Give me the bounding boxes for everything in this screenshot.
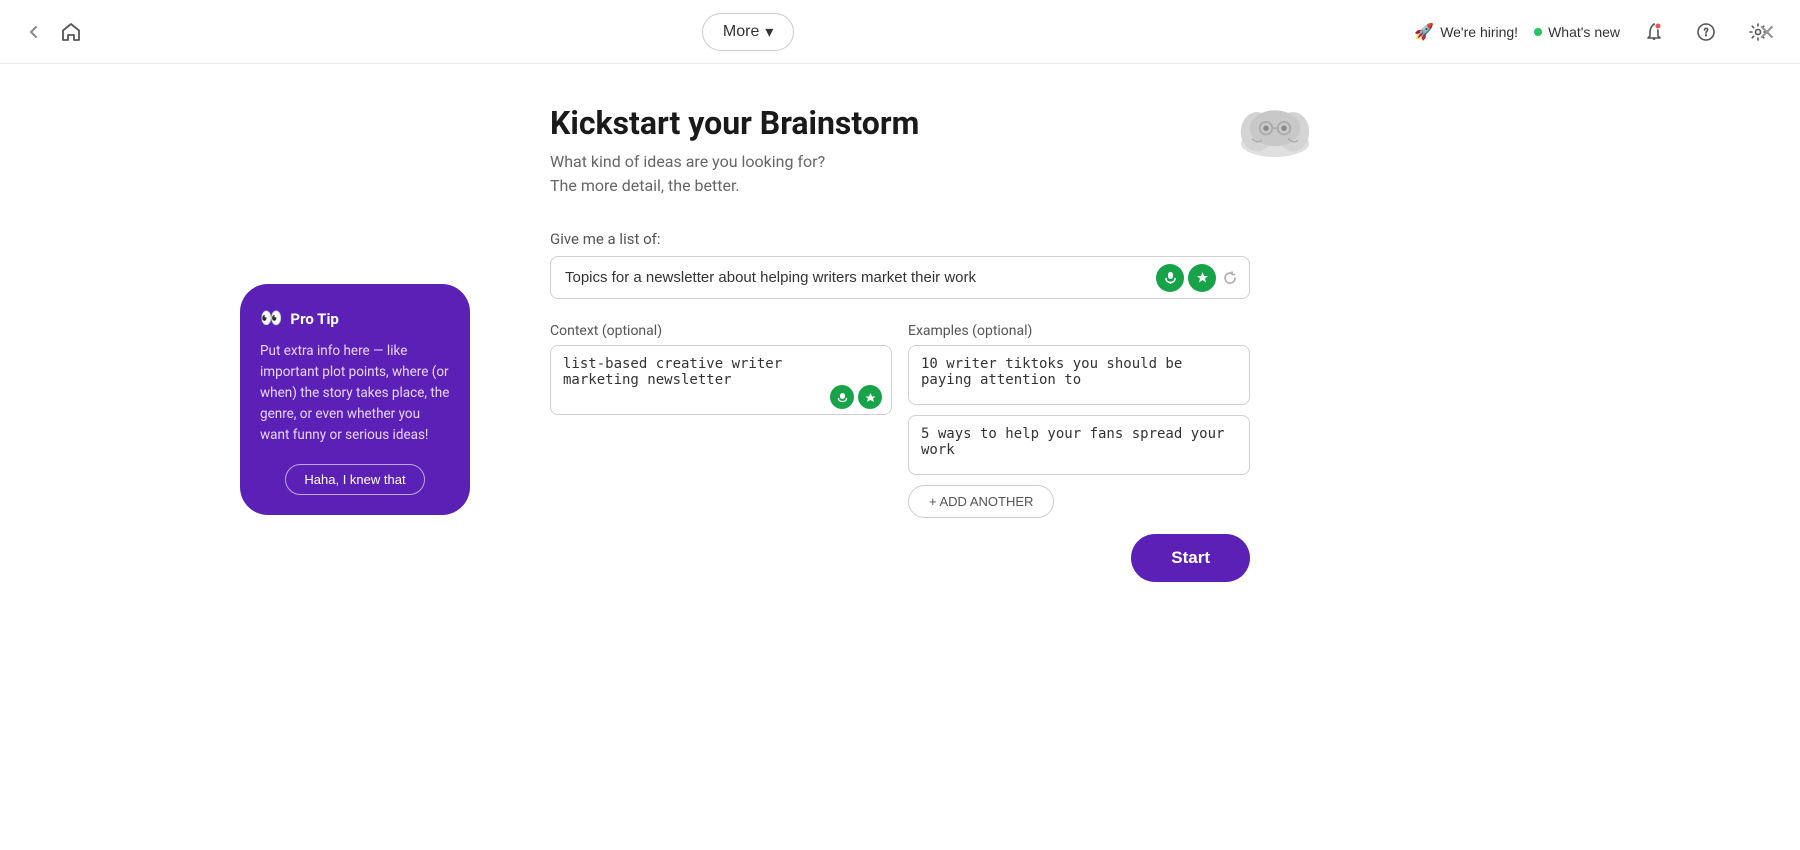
alert-button[interactable] <box>1636 14 1672 50</box>
back-button[interactable] <box>24 22 44 42</box>
pro-tip-dismiss-button[interactable]: Haha, I knew that <box>285 464 424 495</box>
more-label: More <box>723 23 759 41</box>
pro-tip-panel: 👀 Pro Tip Put extra info here — like imp… <box>240 284 470 515</box>
context-input-icons <box>830 385 882 409</box>
context-generate-icon[interactable] <box>858 385 882 409</box>
we-hiring-label: We're hiring! <box>1440 24 1518 40</box>
mic-icon-button[interactable] <box>1156 264 1184 292</box>
nav-center: More ▾ <box>82 13 1414 51</box>
main-input[interactable] <box>550 256 1250 299</box>
chevron-down-icon: ▾ <box>765 22 773 42</box>
main-content: 👀 Pro Tip Put extra info here — like imp… <box>0 64 1800 850</box>
page-title: Kickstart your Brainstorm <box>550 104 1250 142</box>
start-button[interactable]: Start <box>1131 534 1250 582</box>
subtitle-line1: What kind of ideas are you looking for? <box>550 152 825 171</box>
top-navigation: More ▾ 🚀 We're hiring! What's new <box>0 0 1800 64</box>
examples-col: Examples (optional) + ADD ANOTHER <box>908 323 1250 518</box>
whats-new-button[interactable]: What's new <box>1534 24 1620 40</box>
help-button[interactable] <box>1688 14 1724 50</box>
subtitle-line2: The more detail, the better. <box>550 176 740 195</box>
two-col-section: Context (optional) <box>550 323 1250 518</box>
main-input-wrapper <box>550 256 1250 299</box>
form-label: Give me a list of: <box>550 230 1250 248</box>
context-mic-icon[interactable] <box>830 385 854 409</box>
context-input-wrapper <box>550 345 892 419</box>
close-button[interactable]: ✕ <box>1758 20 1776 46</box>
example-input-2[interactable] <box>908 415 1250 475</box>
examples-inputs <box>908 345 1250 475</box>
bottom-row: Start <box>550 534 1250 582</box>
page-subtitle: What kind of ideas are you looking for? … <box>550 150 1250 198</box>
form-container: Kickstart your Brainstorm What kind of i… <box>550 104 1250 582</box>
pro-tip-title: Pro Tip <box>290 310 338 328</box>
whats-new-label: What's new <box>1548 24 1620 40</box>
nav-right: 🚀 We're hiring! What's new <box>1414 14 1776 50</box>
pro-tip-body: Put extra info here — like important plo… <box>260 341 450 446</box>
generate-icon-button[interactable] <box>1188 264 1216 292</box>
home-button[interactable] <box>60 21 82 43</box>
green-dot-icon <box>1534 28 1542 36</box>
we-hiring-button[interactable]: 🚀 We're hiring! <box>1414 22 1518 42</box>
more-button[interactable]: More ▾ <box>702 13 794 51</box>
brain-illustration <box>1230 94 1330 194</box>
rocket-icon: 🚀 <box>1414 22 1434 42</box>
main-input-icons <box>1156 264 1240 292</box>
refresh-icon-button[interactable] <box>1220 268 1240 288</box>
nav-left <box>24 21 82 43</box>
context-label: Context (optional) <box>550 323 892 339</box>
eyes-icon: 👀 <box>260 308 282 329</box>
example-input-1[interactable] <box>908 345 1250 405</box>
examples-label: Examples (optional) <box>908 323 1250 339</box>
add-another-button[interactable]: + ADD ANOTHER <box>908 485 1054 518</box>
pro-tip-header: 👀 Pro Tip <box>260 308 450 329</box>
context-col: Context (optional) <box>550 323 892 518</box>
